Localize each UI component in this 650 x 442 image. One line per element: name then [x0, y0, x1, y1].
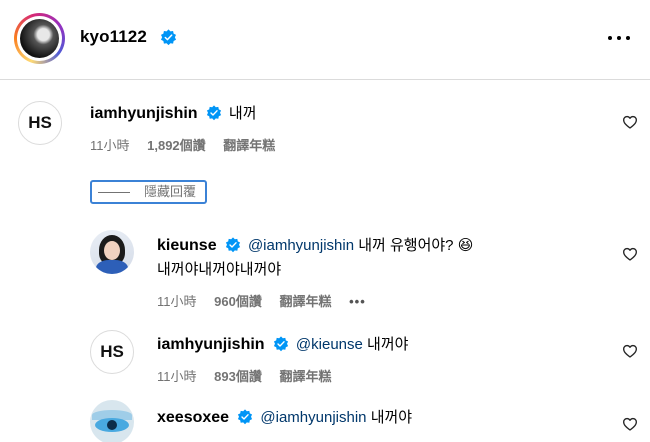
reply-text-line2: 내꺼야내꺼야내꺼야: [157, 261, 282, 278]
heart-icon[interactable]: [622, 343, 638, 359]
emoji: 😆: [457, 237, 474, 254]
comment-time[interactable]: 11小時: [90, 138, 130, 153]
translate-link[interactable]: 翻譯年糕: [223, 138, 275, 153]
reply-mention[interactable]: @kieunse: [296, 336, 363, 353]
reply-mention[interactable]: @iamhyunjishin: [248, 237, 354, 254]
hide-replies-line: [98, 192, 130, 193]
comment-meta: 11小時 1,892個讚 翻譯年糕: [90, 137, 289, 155]
comment-text: 내꺼: [228, 105, 257, 122]
reply-avatar[interactable]: HS: [90, 330, 134, 374]
more-options-icon[interactable]: [608, 36, 630, 42]
comment-body: iamhyunjishin 내꺼: [90, 104, 257, 124]
hide-replies-button[interactable]: 隱藏回覆: [90, 180, 207, 204]
reply-username[interactable]: xeesoxee: [157, 409, 229, 426]
reply-time[interactable]: 11小時: [157, 294, 197, 309]
reply-meta: 11小時 893個讚 翻譯年糕: [157, 368, 345, 386]
comment-likes[interactable]: 1,892個讚: [147, 138, 206, 153]
post-header: kyo1122: [0, 0, 650, 80]
translate-link[interactable]: 翻譯年糕: [279, 369, 331, 384]
reply-time[interactable]: 11小時: [157, 369, 197, 384]
verified-badge-icon: [273, 335, 288, 351]
reply-more-icon[interactable]: •••: [349, 293, 366, 311]
reply-likes[interactable]: 960個讚: [214, 294, 262, 309]
translate-link[interactable]: 翻譯年糕: [279, 294, 331, 309]
reply-body: xeesoxee @iamhyunjishin 내꺼야: [157, 408, 412, 428]
comment-username[interactable]: iamhyunjishin: [90, 105, 198, 122]
verified-badge-icon: [160, 29, 177, 46]
owner-username[interactable]: kyo1122: [80, 27, 147, 47]
reply-body: iamhyunjishin @kieunse 내꺼야: [157, 335, 408, 355]
verified-badge-icon: [225, 236, 240, 252]
comment-avatar[interactable]: HS: [18, 101, 62, 145]
hide-replies-label: 隱藏回覆: [144, 184, 197, 199]
reply-username[interactable]: iamhyunjishin: [157, 336, 265, 353]
heart-icon[interactable]: [622, 416, 638, 432]
reply-text: 내꺼야: [370, 409, 413, 426]
reply-text: 내꺼 유행어야?: [358, 237, 454, 254]
heart-icon[interactable]: [622, 114, 638, 130]
reply-meta: 11小時 960個讚 翻譯年糕 •••: [157, 293, 380, 311]
reply-body: kieunse @iamhyunjishin 내꺼 유행어야? 😆: [157, 236, 473, 256]
reply-mention[interactable]: @iamhyunjishin: [260, 409, 366, 426]
reply-avatar[interactable]: [90, 400, 134, 442]
reply-text: 내꺼야: [367, 336, 409, 353]
owner-avatar[interactable]: [14, 13, 65, 64]
reply-avatar[interactable]: [90, 230, 134, 274]
reply-likes[interactable]: 893個讚: [214, 369, 262, 384]
reply-username[interactable]: kieunse: [157, 237, 217, 254]
heart-icon[interactable]: [622, 246, 638, 262]
verified-badge-icon: [238, 408, 253, 424]
header-divider: [0, 79, 650, 80]
verified-badge-icon: [206, 104, 221, 120]
